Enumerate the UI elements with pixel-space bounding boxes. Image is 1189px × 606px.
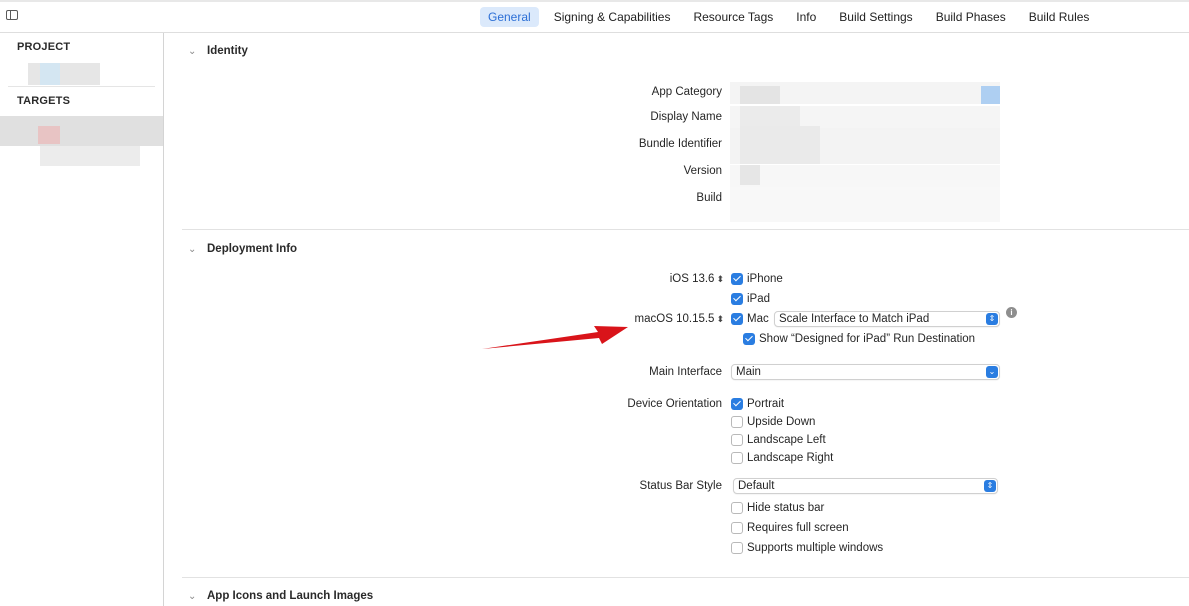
tab-signing-capabilities[interactable]: Signing & Capabilities [546, 7, 679, 27]
stepper-icon: ⬍ [716, 314, 724, 324]
checkbox-unchecked-icon[interactable] [731, 452, 743, 464]
tab-resource-tags[interactable]: Resource Tags [685, 7, 781, 27]
checkbox-checked-icon[interactable] [743, 333, 755, 345]
app-category-label: App Category [651, 86, 722, 98]
checkbox-checked-icon[interactable] [731, 313, 743, 325]
app-category-popup-arrow-redacted[interactable] [981, 86, 1000, 104]
bundle-identifier-label: Bundle Identifier [638, 138, 722, 150]
tab-general[interactable]: General [480, 7, 539, 27]
app-icons-section-header[interactable]: ⌄ App Icons and Launch Images [188, 590, 373, 602]
target-item-redacted-2[interactable] [40, 146, 140, 166]
targets-header: TARGETS [17, 95, 71, 107]
info-icon[interactable]: i [1006, 307, 1017, 318]
sidebar-toggle-icon[interactable] [6, 10, 18, 20]
portrait-checkbox-row[interactable]: Portrait [731, 398, 784, 410]
section-divider [182, 577, 1189, 578]
supports-multiple-windows-row[interactable]: Supports multiple windows [731, 542, 883, 554]
section-divider [182, 229, 1189, 230]
red-arrow-annotation [482, 326, 628, 349]
tab-build-phases[interactable]: Build Phases [928, 7, 1014, 27]
stepper-icon: ⬍ [716, 274, 724, 284]
project-icon-redacted [40, 63, 60, 85]
target-icon-redacted [38, 126, 60, 144]
popup-arrows-icon: ⇕ [984, 480, 996, 492]
deployment-info-section-header[interactable]: ⌄ Deployment Info [188, 243, 297, 255]
redacted-block [740, 86, 780, 104]
target-item-redacted[interactable] [0, 116, 163, 146]
status-bar-style-popup[interactable]: Default ⇕ [733, 478, 998, 494]
tab-info[interactable]: Info [788, 7, 824, 27]
checkbox-unchecked-icon[interactable] [731, 434, 743, 446]
main-interface-label: Main Interface [649, 366, 722, 378]
chevron-down-icon[interactable]: ⌄ [986, 366, 998, 378]
ipad-checkbox-row[interactable]: iPad [731, 293, 770, 305]
build-label: Build [696, 192, 722, 204]
ios-version-stepper[interactable]: iOS 13.6 ⬍ [524, 273, 724, 285]
popup-arrows-icon: ⇕ [986, 313, 998, 325]
chevron-down-icon: ⌄ [188, 591, 197, 602]
sidebar-divider [8, 86, 155, 87]
build-field-redacted[interactable] [730, 187, 1000, 222]
tab-list: General Signing & Capabilities Resource … [480, 7, 1104, 27]
checkbox-unchecked-icon[interactable] [731, 416, 743, 428]
identity-section-header[interactable]: ⌄ Identity [188, 45, 248, 57]
checkbox-unchecked-icon[interactable] [731, 542, 743, 554]
status-bar-style-label: Status Bar Style [639, 480, 722, 492]
show-designed-for-ipad-row[interactable]: Show “Designed for iPad” Run Destination [743, 333, 975, 345]
hide-status-bar-row[interactable]: Hide status bar [731, 502, 824, 514]
device-orientation-label: Device Orientation [627, 398, 722, 410]
top-border [0, 0, 1189, 2]
tab-build-rules[interactable]: Build Rules [1021, 7, 1098, 27]
mac-checkbox-row[interactable]: Mac [731, 313, 769, 325]
tab-build-settings[interactable]: Build Settings [831, 7, 920, 27]
landscape-left-checkbox-row[interactable]: Landscape Left [731, 434, 826, 446]
upside-down-checkbox-row[interactable]: Upside Down [731, 416, 815, 428]
iphone-checkbox-row[interactable]: iPhone [731, 273, 783, 285]
redacted-block [740, 126, 820, 164]
main-interface-combobox[interactable]: Main ⌄ [731, 364, 1000, 380]
checkbox-checked-icon[interactable] [731, 293, 743, 305]
chevron-down-icon: ⌄ [188, 244, 197, 255]
version-label: Version [683, 165, 722, 177]
checkbox-checked-icon[interactable] [731, 273, 743, 285]
mac-scale-popup[interactable]: Scale Interface to Match iPad ⇕ [774, 311, 1000, 327]
redacted-block [740, 165, 760, 185]
project-target-sidebar: PROJECT TARGETS [0, 33, 164, 606]
version-field-redacted[interactable] [730, 165, 1000, 187]
checkbox-unchecked-icon[interactable] [731, 522, 743, 534]
project-item-redacted[interactable] [28, 63, 100, 85]
checkbox-unchecked-icon[interactable] [731, 502, 743, 514]
display-name-label: Display Name [650, 111, 722, 123]
chevron-down-icon: ⌄ [188, 46, 197, 57]
requires-full-screen-row[interactable]: Requires full screen [731, 522, 849, 534]
checkbox-checked-icon[interactable] [731, 398, 743, 410]
landscape-right-checkbox-row[interactable]: Landscape Right [731, 452, 833, 464]
project-header: PROJECT [17, 41, 71, 53]
editor-tab-bar: General Signing & Capabilities Resource … [0, 0, 1189, 33]
redacted-block [740, 106, 800, 126]
